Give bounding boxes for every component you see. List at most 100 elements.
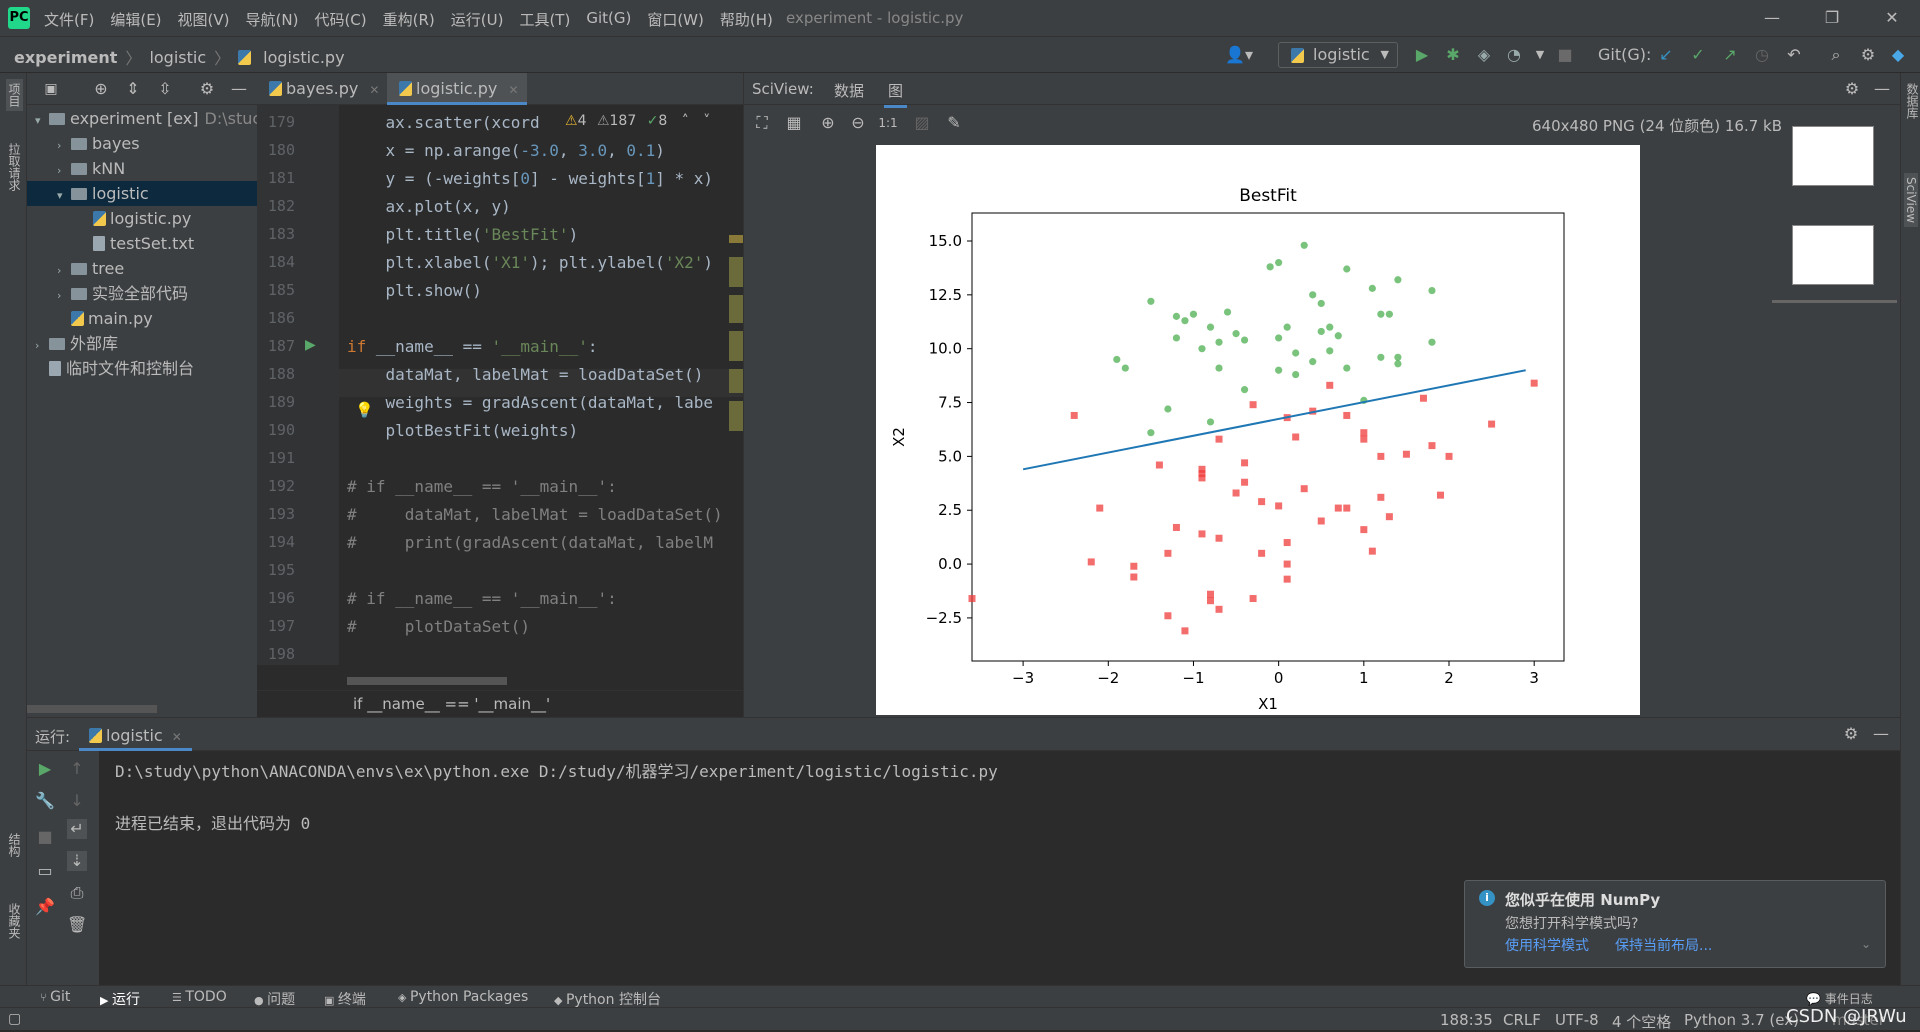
bottom-tab[interactable]: ☰ TODO: [172, 989, 227, 1005]
python-interpreter[interactable]: Python 3.7 (ex): [1684, 1011, 1799, 1029]
file-encoding[interactable]: UTF-8: [1555, 1011, 1599, 1029]
keep-layout-link[interactable]: 保持当前布局...: [1615, 935, 1712, 955]
breadcrumb-file[interactable]: logistic.py: [263, 48, 344, 67]
settings-icon[interactable]: ⚙: [197, 79, 217, 99]
event-log[interactable]: 💬 事件日志: [1806, 990, 1873, 1007]
bottom-tab[interactable]: ● 问题: [254, 989, 295, 1009]
pull-requests-tool-tab[interactable]: 拉取请求: [6, 143, 23, 191]
indent-setting[interactable]: 4 个空格: [1612, 1011, 1671, 1032]
plot-thumbnail-1[interactable]: [1792, 126, 1874, 186]
menu-item[interactable]: 导航(N): [246, 9, 299, 30]
chevron-right-icon[interactable]: ›: [35, 333, 49, 356]
bottom-tab[interactable]: ▣ 终端: [324, 989, 366, 1009]
more-run-chevron-icon[interactable]: ▼: [1530, 45, 1550, 65]
scroll-down-icon[interactable]: ↓: [67, 791, 87, 811]
close-tab-icon[interactable]: ✕: [172, 730, 182, 744]
run-configuration-select[interactable]: logistic ▼: [1278, 42, 1398, 68]
tree-item[interactable]: ▾ logistic: [27, 181, 257, 206]
breadcrumb-project[interactable]: experiment: [14, 48, 117, 67]
tree-item[interactable]: testSet.txt: [27, 231, 257, 256]
menu-item[interactable]: 视图(V): [178, 9, 230, 30]
chevron-down-icon[interactable]: ▾: [57, 183, 71, 206]
settings-icon[interactable]: ⚙: [1841, 724, 1861, 744]
git-commit-icon[interactable]: ✓: [1688, 45, 1708, 65]
menu-item[interactable]: Git(G): [586, 9, 631, 30]
layout-toggle-icon[interactable]: ▢: [8, 1011, 21, 1027]
caret-position[interactable]: 188:35: [1440, 1011, 1493, 1029]
structure-tool-tab[interactable]: 结构: [6, 833, 23, 857]
settings-icon[interactable]: ⚙: [1842, 79, 1862, 99]
close-icon[interactable]: ✕: [1872, 4, 1912, 32]
chevron-right-icon[interactable]: ›: [57, 158, 71, 181]
print-icon[interactable]: ⎙: [67, 883, 87, 903]
tree-item[interactable]: › tree: [27, 256, 257, 281]
expand-all-icon[interactable]: ⇕: [123, 79, 143, 99]
console-output[interactable]: D:\study\python\ANACONDA\envs\ex\python.…: [115, 758, 998, 834]
chevron-down-icon[interactable]: ⌄: [1861, 937, 1871, 951]
database-tool-tab[interactable]: 数据库: [1904, 83, 1920, 119]
tab-plots[interactable]: 图: [884, 80, 908, 108]
chevron-right-icon[interactable]: ›: [57, 258, 71, 281]
debug-icon[interactable]: ✱: [1443, 45, 1463, 65]
menu-item[interactable]: 窗口(W): [647, 9, 704, 30]
history-icon[interactable]: ◷: [1752, 45, 1772, 65]
locate-icon[interactable]: ⊕: [91, 79, 111, 99]
tab-logistic[interactable]: logistic.py ✕: [387, 73, 527, 105]
git-update-icon[interactable]: ↙: [1656, 45, 1676, 65]
scroll-up-icon[interactable]: ↑: [67, 759, 87, 779]
pin-icon[interactable]: 📌: [35, 897, 55, 917]
chessboard-icon[interactable]: ▨: [912, 113, 932, 133]
tab-data[interactable]: 数据: [834, 80, 864, 101]
chevron-down-icon[interactable]: ▾: [35, 108, 49, 131]
zoom-out-icon[interactable]: ⊖: [848, 113, 868, 133]
run-gutter-icon[interactable]: ▶: [305, 337, 316, 353]
tree-item[interactable]: › 外部库: [27, 331, 257, 356]
chevron-right-icon[interactable]: ›: [57, 283, 71, 306]
thumbnail-scrollbar[interactable]: [1772, 300, 1897, 303]
sciview-tool-tab[interactable]: SciView: [1904, 173, 1918, 228]
close-tab-icon[interactable]: ✕: [509, 83, 519, 97]
hide-panel-icon[interactable]: —: [1872, 79, 1892, 99]
lightbulb-icon[interactable]: 💡: [355, 401, 374, 419]
bottom-tab[interactable]: ⑂ Git: [40, 989, 70, 1005]
inspection-widget[interactable]: ⚠4 ⚠187 ✓8 ˄ ˅: [561, 113, 711, 129]
color-picker-icon[interactable]: ✎: [944, 113, 964, 133]
run-icon[interactable]: ▶: [1412, 45, 1432, 65]
plot-thumbnail-2[interactable]: [1792, 225, 1874, 285]
menu-item[interactable]: 文件(F): [44, 9, 94, 30]
favorites-tool-tab[interactable]: 收藏夹: [6, 903, 23, 939]
chevron-right-icon[interactable]: ›: [57, 133, 71, 156]
search-icon[interactable]: ⌕: [1826, 45, 1846, 65]
tree-item[interactable]: logistic.py: [27, 206, 257, 231]
horizontal-scrollbar[interactable]: [27, 705, 157, 713]
hide-panel-icon[interactable]: —: [229, 79, 249, 99]
bottom-tab[interactable]: ◈ Python Packages: [398, 989, 528, 1005]
chevron-up-icon[interactable]: ˄: [682, 113, 689, 129]
fit-to-window-icon[interactable]: ⛶: [752, 113, 772, 133]
horizontal-scrollbar[interactable]: [347, 677, 507, 685]
collapse-all-icon[interactable]: ⇳: [155, 79, 175, 99]
git-push-icon[interactable]: ↗: [1720, 45, 1740, 65]
use-scientific-mode-link[interactable]: 使用科学模式: [1505, 935, 1589, 955]
menu-item[interactable]: 代码(C): [314, 9, 366, 30]
scroll-to-end-icon[interactable]: ⇣: [67, 851, 87, 871]
coverage-icon[interactable]: ◈: [1474, 45, 1494, 65]
layout-icon[interactable]: ▭: [35, 861, 55, 881]
grid-icon[interactable]: ▦: [784, 113, 804, 133]
wrench-icon[interactable]: 🔧: [35, 791, 55, 811]
rerun-icon[interactable]: ▶: [35, 759, 55, 779]
tree-item[interactable]: 临时文件和控制台: [27, 356, 257, 381]
profile-icon[interactable]: ◔: [1504, 45, 1524, 65]
line-separator[interactable]: CRLF: [1503, 1011, 1541, 1029]
project-view-icon[interactable]: ▣: [41, 79, 61, 99]
minimize-icon[interactable]: —: [1752, 4, 1792, 32]
menu-item[interactable]: 编辑(E): [110, 9, 161, 30]
stop-icon[interactable]: ■: [35, 827, 55, 847]
menu-item[interactable]: 重构(R): [383, 9, 435, 30]
close-tab-icon[interactable]: ✕: [369, 83, 379, 97]
menu-item[interactable]: 帮助(H): [720, 9, 773, 30]
chevron-down-icon[interactable]: ˅: [703, 113, 710, 129]
project-tool-tab[interactable]: 项目: [6, 79, 23, 111]
restore-icon[interactable]: ❐: [1812, 4, 1852, 32]
menu-item[interactable]: 运行(U): [451, 9, 504, 30]
